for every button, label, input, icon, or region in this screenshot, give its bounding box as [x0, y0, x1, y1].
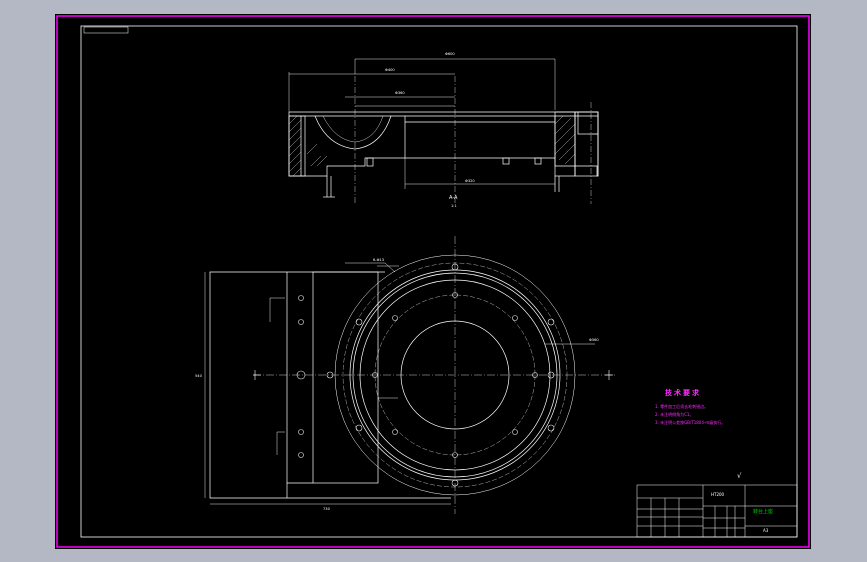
dim-top-mid: Φ400 [385, 68, 395, 72]
dim-plan-height: 540 [195, 374, 202, 378]
tech-note-1: 1. 零件加工后须去毛刺锐边。 [655, 404, 709, 409]
plan-leaders [204, 262, 595, 505]
bolt-circle-callout: Φ560 [589, 338, 599, 342]
section-view [288, 111, 599, 198]
cad-viewport: Φ600 Φ400 Φ360 Φ320 A-A 1:1 730 540 6-Φ1… [55, 14, 811, 549]
section-hatching [288, 115, 576, 177]
plan-view [209, 254, 576, 499]
title-block-part-name: 转台上座 [753, 509, 774, 515]
scale-label: 1:1 [451, 204, 457, 208]
tech-note-3: 3. 未注明公差按GB/T1804-m级执行。 [655, 420, 726, 425]
section-dimensions [288, 58, 599, 189]
title-block-sheet: A3 [763, 528, 769, 533]
dim-bottom: Φ320 [465, 179, 475, 183]
section-view-label: A-A [449, 195, 458, 201]
dim-plan-width: 730 [323, 507, 330, 511]
roughness-symbol: √ [737, 472, 742, 480]
engineering-drawing [56, 15, 810, 548]
plan-centerlines [253, 236, 615, 514]
drawing-number-box [83, 26, 129, 34]
tech-note-2: 2. 未注明倒角为C1。 [655, 412, 694, 417]
dim-top-overall: Φ600 [445, 52, 455, 56]
hole-callout: 6-Φ13 [373, 258, 384, 262]
tech-requirements-title: 技术要求 [665, 389, 701, 397]
title-block-material: HT200 [711, 492, 725, 497]
section-centerlines [354, 76, 592, 204]
dim-top-inner: Φ360 [395, 91, 405, 95]
